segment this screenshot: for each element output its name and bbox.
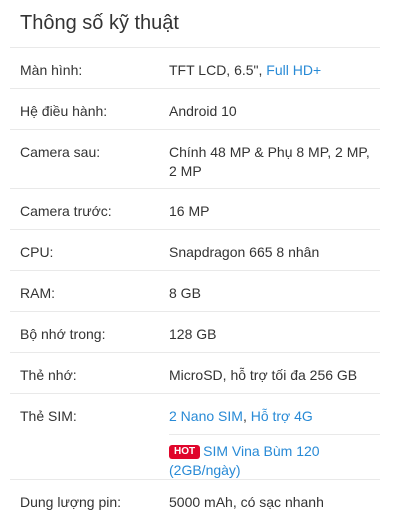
spec-link-fullhd[interactable]: Full HD+ bbox=[266, 62, 321, 78]
spec-label: Camera trước: bbox=[20, 203, 112, 219]
spec-link-nano-sim[interactable]: 2 Nano SIM bbox=[169, 408, 243, 424]
spec-label: RAM: bbox=[20, 285, 55, 301]
sim-promo-detail[interactable]: (2GB/ngày) bbox=[169, 462, 241, 478]
spec-row-front-camera: Camera trước: 16 MP bbox=[10, 188, 380, 229]
spec-link-android[interactable]: Android 10 bbox=[169, 102, 379, 121]
spec-value: 16 MP bbox=[169, 203, 210, 219]
spec-row-storage: Bộ nhớ trong: 128 GB bbox=[10, 311, 380, 352]
spec-link-rear-camera[interactable]: Chính 48 MP & Phụ 8 MP, 2 MP, 2 MP bbox=[169, 143, 379, 181]
spec-link-memory-card[interactable]: MicroSD, hỗ trợ tối đa 256 GB bbox=[169, 366, 379, 385]
spec-link-4g[interactable]: Hỗ trợ 4G bbox=[251, 408, 313, 424]
spec-link-cpu[interactable]: Snapdragon 665 8 nhân bbox=[169, 243, 379, 262]
spec-row-os: Hệ điều hành: Android 10 bbox=[10, 88, 380, 129]
spec-row-battery: Dung lượng pin: 5000 mAh, có sạc nhanh bbox=[10, 479, 380, 519]
spec-label: Hệ điều hành: bbox=[20, 103, 108, 119]
sim-promo-link[interactable]: SIM Vina Bùm 120 bbox=[203, 443, 319, 459]
hot-badge: HOT bbox=[169, 445, 201, 459]
spec-label: Thẻ nhớ: bbox=[20, 367, 77, 383]
spec-table: Màn hình: TFT LCD, 6.5", Full HD+ Hệ điề… bbox=[10, 47, 380, 519]
spec-row-ram: RAM: 8 GB bbox=[10, 270, 380, 311]
spec-row-cpu: CPU: Snapdragon 665 8 nhân bbox=[10, 229, 380, 270]
spec-value: 128 GB bbox=[169, 326, 217, 342]
spec-row-rear-camera: Camera sau: Chính 48 MP & Phụ 8 MP, 2 MP… bbox=[10, 129, 380, 188]
spec-label: Thẻ SIM: bbox=[20, 408, 77, 424]
spec-separator: , bbox=[242, 408, 251, 424]
spec-label: Màn hình: bbox=[20, 62, 83, 78]
spec-label: Dung lượng pin: bbox=[20, 494, 122, 510]
spec-value: 2 Nano SIM, Hỗ trợ 4G bbox=[169, 407, 379, 426]
spec-row-screen: Màn hình: TFT LCD, 6.5", Full HD+ bbox=[10, 47, 380, 88]
sim-promo[interactable]: HOT SIM Vina Bùm 120 (2GB/ngày) bbox=[169, 434, 380, 480]
spec-label: Camera sau: bbox=[20, 144, 101, 160]
spec-label: CPU: bbox=[20, 244, 54, 260]
spec-value-text: TFT LCD, 6.5", bbox=[169, 62, 267, 78]
spec-value: 5000 mAh, có sạc nhanh bbox=[169, 494, 324, 510]
spec-value: 8 GB bbox=[169, 285, 201, 301]
spec-row-sim: Thẻ SIM: 2 Nano SIM, Hỗ trợ 4G HOT SIM Vi… bbox=[10, 393, 380, 479]
spec-label: Bộ nhớ trong: bbox=[20, 326, 106, 342]
spec-value: TFT LCD, 6.5", Full HD+ bbox=[169, 61, 379, 80]
page-title: Thông số kỹ thuật bbox=[20, 12, 179, 34]
spec-row-memory-card: Thẻ nhớ: MicroSD, hỗ trợ tối đa 256 GB bbox=[10, 352, 380, 393]
